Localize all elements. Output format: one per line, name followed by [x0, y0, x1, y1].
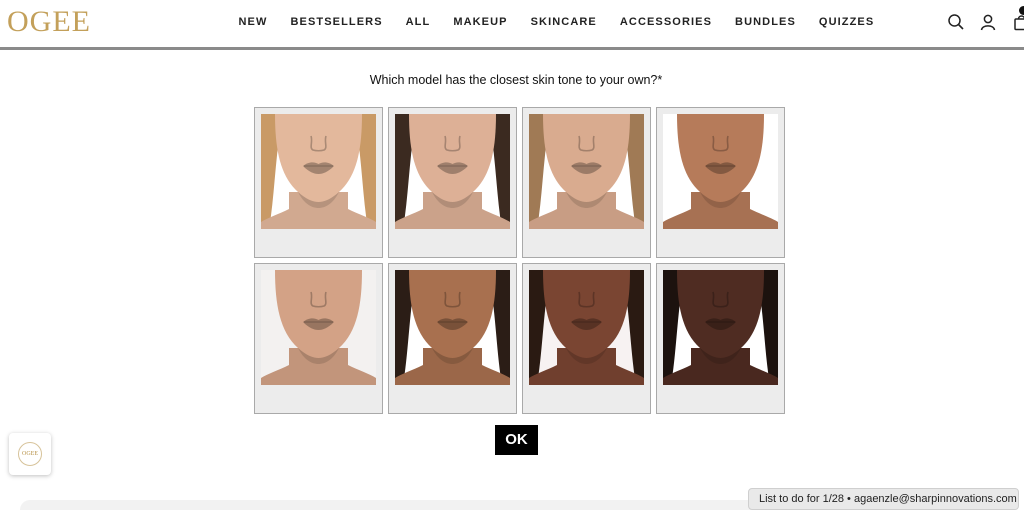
- rewards-launcher[interactable]: OGEE: [9, 433, 51, 475]
- model-photo: [663, 270, 778, 385]
- nav-item-makeup[interactable]: MAKEUP: [453, 15, 507, 29]
- skin-tone-option-4[interactable]: [656, 107, 785, 258]
- site-header: OGEE NEW BESTSELLERS ALL MAKEUP SKINCARE…: [0, 0, 1024, 47]
- skin-tone-option-8[interactable]: [656, 263, 785, 414]
- model-photo: [395, 270, 510, 385]
- main-nav: NEW BESTSELLERS ALL MAKEUP SKINCARE ACCE…: [227, 15, 886, 29]
- model-photo: [261, 114, 376, 229]
- skin-tone-option-2[interactable]: [388, 107, 517, 258]
- cart-icon[interactable]: [1013, 13, 1024, 31]
- skin-tone-option-5[interactable]: [254, 263, 383, 414]
- account-icon[interactable]: [979, 13, 997, 31]
- model-photo: [261, 270, 376, 385]
- skin-tone-option-7[interactable]: [522, 263, 651, 414]
- quiz-question: Which model has the closest skin tone to…: [369, 73, 663, 87]
- model-photo: [395, 114, 510, 229]
- nav-item-skincare[interactable]: SKINCARE: [531, 15, 597, 29]
- nav-item-all[interactable]: ALL: [406, 15, 431, 29]
- skin-tone-option-1[interactable]: [254, 107, 383, 258]
- ok-button[interactable]: OK: [495, 425, 538, 455]
- skin-tone-option-6[interactable]: [388, 263, 517, 414]
- model-photo: [529, 270, 644, 385]
- header-divider: [0, 47, 1024, 50]
- brand-logo[interactable]: OGEE: [7, 4, 91, 40]
- todo-toast[interactable]: List to do for 1/28 • agaenzle@sharpinno…: [748, 488, 1019, 510]
- nav-item-new[interactable]: NEW: [239, 15, 268, 29]
- search-icon[interactable]: [947, 13, 965, 31]
- badge-logo: OGEE: [18, 442, 42, 466]
- model-photo: [529, 114, 644, 229]
- nav-item-quizzes[interactable]: QUIZZES: [819, 15, 874, 29]
- nav-item-accessories[interactable]: ACCESSORIES: [620, 15, 712, 29]
- nav-item-bestsellers[interactable]: BESTSELLERS: [290, 15, 382, 29]
- skin-tone-option-3[interactable]: [522, 107, 651, 258]
- cart-count-dot: [1019, 6, 1024, 15]
- model-photo: [663, 114, 778, 229]
- nav-item-bundles[interactable]: BUNDLES: [735, 15, 796, 29]
